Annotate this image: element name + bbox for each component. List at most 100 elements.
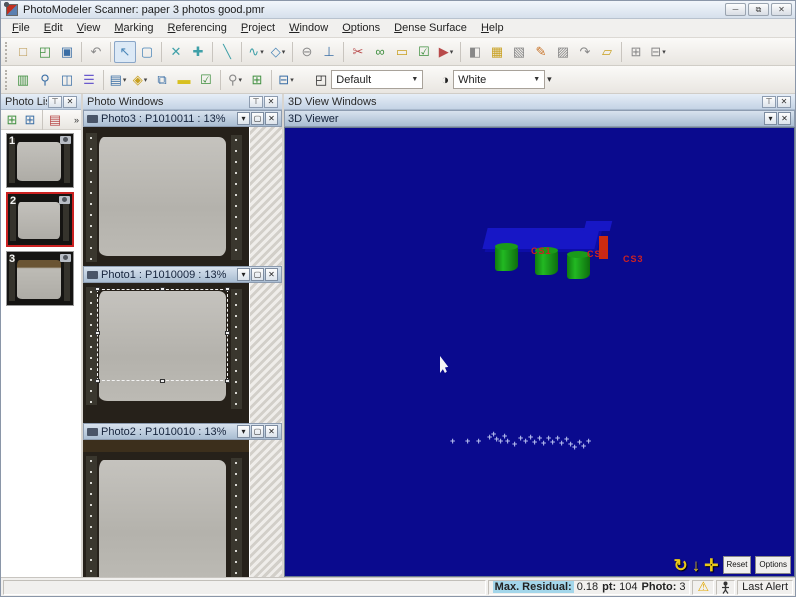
camera-table-button[interactable]: ◧	[464, 41, 486, 63]
table-options-button[interactable]: ⊟▾	[647, 41, 669, 63]
pan-down-icon[interactable]: ↓	[692, 557, 701, 574]
toolbar-overflow-icon[interactable]: »	[74, 115, 79, 125]
chevron-down-icon[interactable]: ▼	[533, 76, 540, 83]
toolbar-grip[interactable]	[5, 42, 9, 62]
select-items-button[interactable]: ↖	[114, 41, 136, 63]
warning-status-cell[interactable]: ⚠	[692, 580, 714, 595]
mark-shape-button[interactable]: ◇▾	[267, 41, 289, 63]
add-all-photos-button[interactable]: ⊞	[21, 111, 39, 129]
shade-icon[interactable]: ▾	[237, 268, 250, 281]
title-bar[interactable]: PhotoModeler Scanner: paper 3 photos goo…	[1, 1, 795, 19]
model-cylinder[interactable]	[495, 246, 518, 271]
photo-thumbnail-3[interactable]: 3	[6, 251, 74, 306]
photo2-canvas[interactable]	[83, 440, 282, 577]
shade-icon[interactable]: ▾	[237, 112, 250, 125]
open-project-button[interactable]: ◰	[34, 41, 56, 63]
undo-table-button[interactable]: ↷	[574, 41, 596, 63]
save-project-button[interactable]: ▣	[56, 41, 78, 63]
reference-button[interactable]: ∞	[369, 41, 391, 63]
open-3d-view-button[interactable]: ◈▾	[129, 69, 151, 91]
unreference-button[interactable]: ✂	[347, 41, 369, 63]
chevron-down-icon[interactable]: ▾	[260, 48, 264, 56]
unmark-button[interactable]: ✕	[165, 41, 187, 63]
chevron-down-icon[interactable]: ▾	[239, 76, 243, 84]
photo-windows-header[interactable]: Photo Windows ⊤ ✕	[83, 94, 282, 110]
material-combo[interactable]: Default ▼	[331, 70, 423, 89]
menu-dense-surface[interactable]: Dense Surface	[387, 20, 474, 36]
zoom-all-button[interactable]: ⊞	[246, 69, 268, 91]
menu-options[interactable]: Options	[335, 20, 387, 36]
photo1-title-bar[interactable]: Photo1 : P1010009 : 13% ▾ ▢ ✕	[83, 266, 282, 283]
offset-table-button[interactable]: ▧	[508, 41, 530, 63]
photo-properties-button[interactable]: ▤	[46, 111, 64, 129]
tape-measure-button[interactable]: ▭	[391, 41, 413, 63]
menu-edit[interactable]: Edit	[37, 20, 70, 36]
restore-button[interactable]: ⧉	[748, 3, 769, 16]
close-icon[interactable]: ✕	[265, 112, 278, 125]
view3d-panel-header[interactable]: 3D View Windows ⊤ ✕	[284, 94, 795, 110]
options-button[interactable]: Options	[755, 556, 791, 574]
selection-handle[interactable]	[225, 379, 230, 383]
chevron-down-icon[interactable]: ▾	[123, 76, 127, 84]
point-table-2-button[interactable]: ⊞	[625, 41, 647, 63]
pin-icon[interactable]: ⊤	[249, 96, 263, 108]
pin-icon[interactable]: ⊤	[762, 96, 776, 108]
chevron-down-icon[interactable]: ▾	[282, 48, 286, 56]
selection-handle[interactable]	[225, 287, 230, 291]
rotate-icon[interactable]: ↻	[674, 557, 688, 574]
viewer-canvas[interactable]: CS1 CS2 CS3 ↻ ↓ ✛ Reset Options ++++++++…	[284, 127, 795, 577]
axis-constraint-button[interactable]: ⊥	[318, 41, 340, 63]
mark-line-button[interactable]: ╲	[216, 41, 238, 63]
chevron-down-icon[interactable]: ▾	[662, 48, 666, 56]
photo3-canvas[interactable]	[83, 127, 282, 266]
menu-file[interactable]: File	[5, 20, 37, 36]
close-button[interactable]: ✕	[771, 3, 792, 16]
chevron-down-icon[interactable]: ▾	[144, 76, 148, 84]
model-slab-step[interactable]	[584, 221, 612, 231]
project-status-button[interactable]: ☑	[413, 41, 435, 63]
selection-handle[interactable]	[95, 287, 100, 291]
close-icon[interactable]: ✕	[777, 96, 791, 108]
menu-help[interactable]: Help	[474, 20, 511, 36]
photo-list-header[interactable]: Photo List ⊤ ✕	[1, 94, 81, 110]
shade-icon[interactable]: ▾	[764, 112, 777, 125]
close-icon[interactable]: ✕	[778, 112, 791, 125]
chevron-down-icon[interactable]: ▼	[411, 76, 418, 83]
status-report-button[interactable]: ▥	[12, 69, 34, 91]
close-icon[interactable]: ✕	[265, 268, 278, 281]
close-icon[interactable]: ✕	[63, 96, 77, 108]
shade-icon[interactable]: ▾	[237, 425, 250, 438]
toolbar-grip[interactable]	[5, 70, 9, 90]
mark-curve-button[interactable]: ∿▾	[245, 41, 267, 63]
new-project-button[interactable]: □	[12, 41, 34, 63]
background-color-combo[interactable]: White ▼	[453, 70, 545, 89]
minimize-button[interactable]: ─	[725, 3, 746, 16]
window-layout-button[interactable]: ▤▾	[107, 69, 129, 91]
process-button[interactable]: ▶▾	[435, 41, 457, 63]
find-button[interactable]: ⚲	[34, 69, 56, 91]
selection-handle[interactable]	[225, 331, 230, 335]
photo-thumbnail-1[interactable]: 1	[6, 133, 74, 188]
photo1-canvas[interactable]	[83, 283, 282, 423]
maximize-icon[interactable]: ▢	[251, 425, 264, 438]
add-mark-button[interactable]: ✚	[187, 41, 209, 63]
chevron-down-icon[interactable]: ▾	[290, 76, 294, 84]
reset-button[interactable]: Reset	[723, 556, 752, 574]
undo-button[interactable]: ↶	[85, 41, 107, 63]
open-photo-window-button[interactable]: ⧉	[151, 69, 173, 91]
zoom-button[interactable]: ⚲▾	[224, 69, 246, 91]
measure-button[interactable]: ▬	[173, 69, 195, 91]
user-status-cell[interactable]	[716, 580, 735, 595]
selection-handle[interactable]	[95, 379, 100, 383]
pin-icon[interactable]: ⊤	[48, 96, 62, 108]
chevron-down-icon[interactable]: ▾	[450, 48, 454, 56]
menu-window[interactable]: Window	[282, 20, 335, 36]
add-photos-button[interactable]: ⊞	[3, 111, 21, 129]
menu-marking[interactable]: Marking	[107, 20, 160, 36]
verify-button[interactable]: ☑	[195, 69, 217, 91]
point-table-button[interactable]: ▦	[486, 41, 508, 63]
edit-table-button[interactable]: ✎	[530, 41, 552, 63]
toolbar-overflow-icon[interactable]: ▾	[547, 74, 552, 85]
selection-rectangle[interactable]	[97, 289, 228, 381]
selection-handle[interactable]	[160, 287, 165, 291]
